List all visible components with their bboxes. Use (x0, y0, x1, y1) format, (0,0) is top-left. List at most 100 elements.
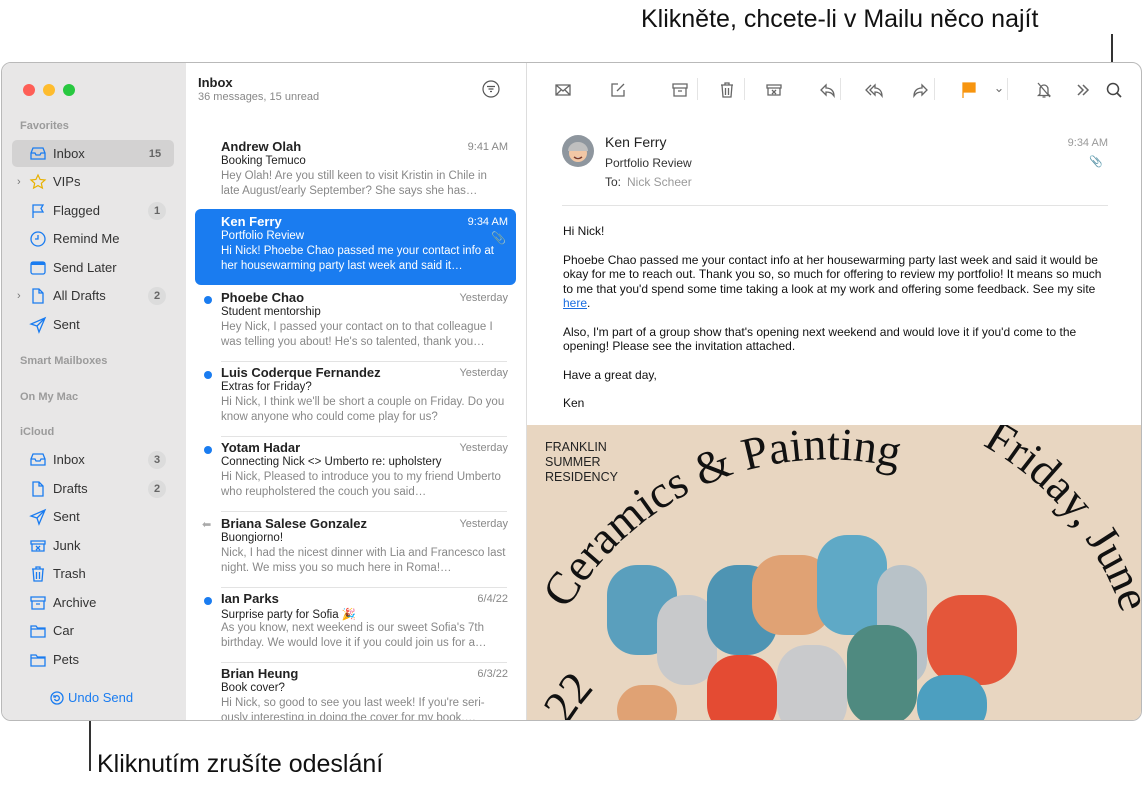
filter-icon[interactable] (482, 80, 500, 98)
message-list-item[interactable]: Ian Parks 6/4/22 Surprise party for Sofi… (195, 586, 516, 663)
sidebar: Favorites Inbox 15 › VIPs Flagged 1 Remind Me Se… (2, 63, 186, 720)
message-preview: Hi Nick, Pleased to introduce you to my … (221, 471, 501, 499)
unread-count-badge: 2 (148, 479, 166, 498)
sidebar-item-car[interactable]: Car (12, 617, 174, 644)
replied-arrow-icon: ⬅ (202, 518, 212, 531)
paragraph-1: Phoebe Chao passed me your contact info … (563, 253, 1113, 311)
greeting: Hi Nick! (563, 224, 605, 238)
invitation-image: Ceramics & Painting Friday, June 22 FRAN… (527, 410, 1141, 720)
sidebar-section-header[interactable]: Favorites (20, 120, 69, 132)
sidebar-item-inbox[interactable]: Inbox 15 (12, 140, 174, 167)
junk-icon[interactable] (764, 80, 784, 100)
message-subject: Connecting Nick <> Umberto re: upholster… (221, 456, 442, 469)
sidebar-item-vips[interactable]: › VIPs (12, 168, 174, 195)
clock-icon (29, 230, 47, 248)
junk-icon (29, 537, 47, 555)
trash-icon[interactable] (717, 80, 737, 100)
sidebar-item-send-later[interactable]: Send Later (12, 254, 174, 281)
sidebar-item-inbox[interactable]: Inbox 3 (12, 446, 174, 473)
sidebar-section-header[interactable]: iCloud (20, 426, 54, 438)
star-icon (29, 173, 47, 191)
toolbar-divider (697, 78, 698, 100)
poster-tag-line: SUMMER (545, 455, 601, 469)
message-list-item[interactable]: Luis Coderque Fernandez Yesterday Extras… (195, 360, 516, 437)
trash-icon (29, 565, 47, 583)
sidebar-section-header[interactable]: On My Mac (20, 391, 78, 403)
sidebar-section-header[interactable]: Smart Mailboxes (20, 355, 107, 367)
chevron-down-icon[interactable] (989, 80, 1009, 100)
zoom-button[interactable] (63, 84, 75, 96)
sender-name: Briana Salese Gonzalez (221, 515, 367, 531)
message-subject: Student mentorship (221, 305, 321, 318)
message-preview: Hi Nick, so good to see you last week! I… (221, 697, 485, 721)
message-preview: Hey Nick, I passed your contact on to th… (221, 320, 493, 348)
sidebar-item-archive[interactable]: Archive (12, 589, 174, 616)
message-subject: Book cover? (221, 682, 285, 695)
sidebar-item-label: Pets (53, 652, 80, 667)
bell-slash-icon[interactable] (1034, 80, 1054, 100)
message-subject: Buongiorno! (221, 531, 284, 544)
sidebar-item-label: VIPs (53, 174, 81, 189)
poster-tagline: FRANKLIN SUMMER RESIDENCY (545, 440, 618, 485)
close-button[interactable] (23, 84, 35, 96)
attachment-icon: 📎 (1089, 156, 1103, 168)
envelope-icon[interactable] (553, 80, 573, 100)
paperplane-icon (29, 316, 47, 334)
search-icon[interactable] (1104, 80, 1124, 100)
document-icon (29, 480, 47, 498)
mailbox-title: Inbox (198, 75, 233, 90)
message-list-item[interactable]: Brian Heung 6/3/22 Book cover? Hi Nick, … (195, 661, 516, 721)
disclosure-chevron-icon[interactable]: › (17, 290, 21, 302)
sidebar-item-pets[interactable]: Pets (12, 646, 174, 673)
document-icon (29, 287, 47, 305)
folder-icon (29, 651, 47, 669)
poster-day: 22 (533, 662, 602, 720)
message-list-item[interactable]: Andrew Olah 9:41 AM Booking Temuco Hey O… (195, 134, 516, 210)
sidebar-item-label: Sent (53, 509, 80, 524)
sidebar-item-sent[interactable]: Sent (12, 311, 174, 338)
reply-all-icon[interactable] (864, 80, 884, 100)
archive-icon[interactable] (670, 80, 690, 100)
recipient-name[interactable]: Nick Scheer (627, 175, 692, 189)
message-preview: As you know, next weekend is our sweet S… (221, 621, 487, 649)
archive-icon (29, 594, 47, 612)
message-list-item[interactable]: Briana Salese Gonzalez Yesterday Buongio… (195, 511, 516, 588)
site-link[interactable]: here (563, 296, 587, 310)
reply-icon[interactable] (817, 80, 837, 100)
sidebar-item-all-drafts[interactable]: › All Drafts 2 (12, 282, 174, 309)
message-subject: Extras for Friday? (221, 380, 312, 393)
more-icon[interactable] (1073, 80, 1093, 100)
toolbar-divider (840, 78, 841, 100)
avatar (562, 135, 594, 167)
disclosure-chevron-icon[interactable]: › (17, 176, 21, 188)
compose-icon[interactable] (608, 80, 628, 100)
search-callout: Klikněte, chcete-li v Mailu něco najít (641, 5, 1039, 33)
minimize-button[interactable] (43, 84, 55, 96)
poster-tag-line: RESIDENCY (545, 470, 618, 484)
unread-count-badge: 2 (148, 286, 166, 305)
message-preview: Hi Nick! Phoebe Chao passed me your cont… (221, 245, 494, 273)
message-list-item[interactable]: Phoebe Chao Yesterday Student mentorship… (195, 285, 516, 362)
sidebar-item-label: Sent (53, 317, 80, 332)
sidebar-item-remind-me[interactable]: Remind Me (12, 225, 174, 252)
sidebar-item-junk[interactable]: Junk (12, 532, 174, 559)
message-list-item[interactable]: Yotam Hadar Yesterday Connecting Nick <>… (195, 435, 516, 513)
sidebar-item-flagged[interactable]: Flagged 1 (12, 197, 174, 224)
sender-name: Ian Parks (221, 590, 279, 606)
sidebar-item-sent[interactable]: Sent (12, 503, 174, 530)
undo-send-button[interactable]: Undo Send (50, 690, 133, 705)
paragraph-2: Also, I'm part of a group show that's op… (563, 324, 1077, 354)
unread-dot-icon (204, 370, 212, 379)
undo-send-label: Undo Send (68, 690, 134, 705)
message-preview: Nick, I had the nicest dinner with Lia a… (221, 546, 506, 574)
sidebar-item-trash[interactable]: Trash (12, 560, 174, 587)
undo-callout: Kliknutím zrušíte odeslání (97, 750, 384, 778)
sidebar-item-drafts[interactable]: Drafts 2 (12, 475, 174, 502)
forward-icon[interactable] (911, 80, 931, 100)
flag-icon[interactable] (959, 80, 979, 100)
message-list-item[interactable]: Ken Ferry 9:34 AM Portfolio Review Hi Ni… (195, 209, 516, 286)
sender-name: Ken Ferry (605, 134, 667, 150)
poster-art: Ceramics & Painting Friday, June 22 (532, 410, 1141, 720)
message-subject: Surprise party for Sofia 🎉 (221, 608, 357, 621)
message-time: Yesterday (459, 442, 508, 455)
